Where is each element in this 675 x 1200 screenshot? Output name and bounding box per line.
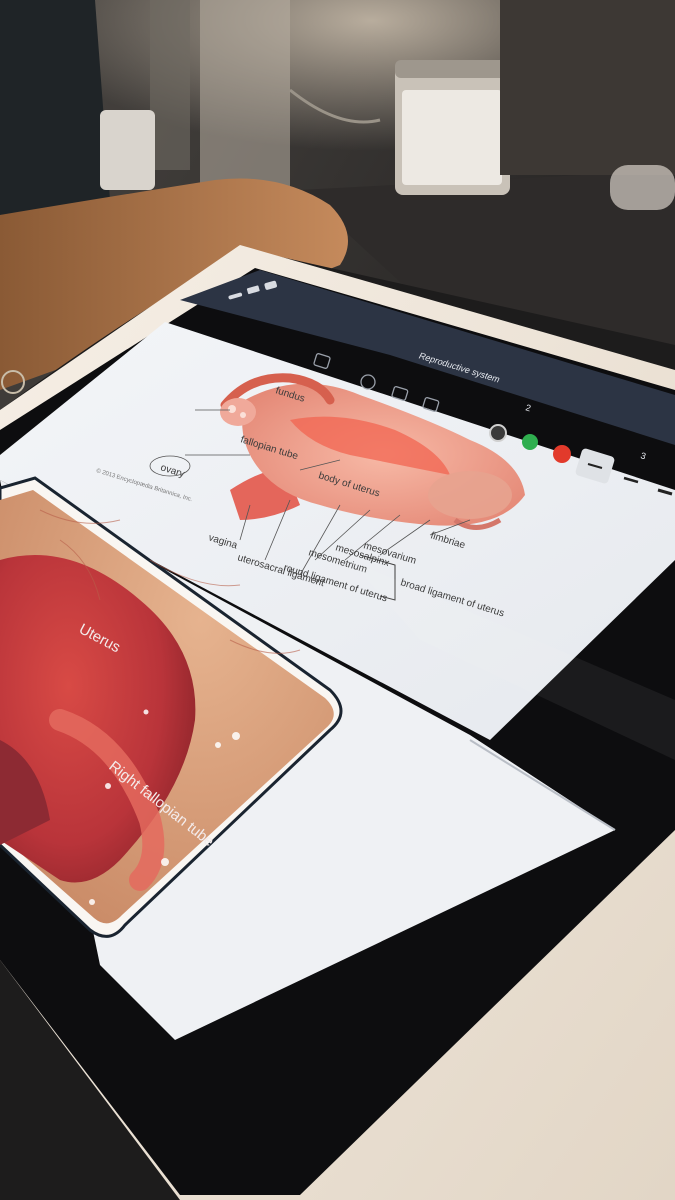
follicle [240, 412, 246, 418]
photo-scene: Reproductive system 2 3 ovary fundus fal… [0, 0, 675, 1200]
object-right [610, 165, 675, 210]
ovary-right [428, 471, 512, 519]
ovary-left [220, 398, 256, 426]
jacket [0, 0, 110, 215]
color-black-button[interactable] [489, 424, 507, 442]
follicle [228, 405, 236, 413]
candle-wax [402, 90, 502, 185]
lamp-stand [150, 0, 190, 170]
shelf [500, 0, 675, 175]
candle-lid [395, 60, 510, 78]
lamp [200, 0, 290, 190]
white-cup [100, 110, 155, 190]
color-green-button[interactable] [522, 434, 538, 450]
color-red-button[interactable] [553, 445, 571, 463]
